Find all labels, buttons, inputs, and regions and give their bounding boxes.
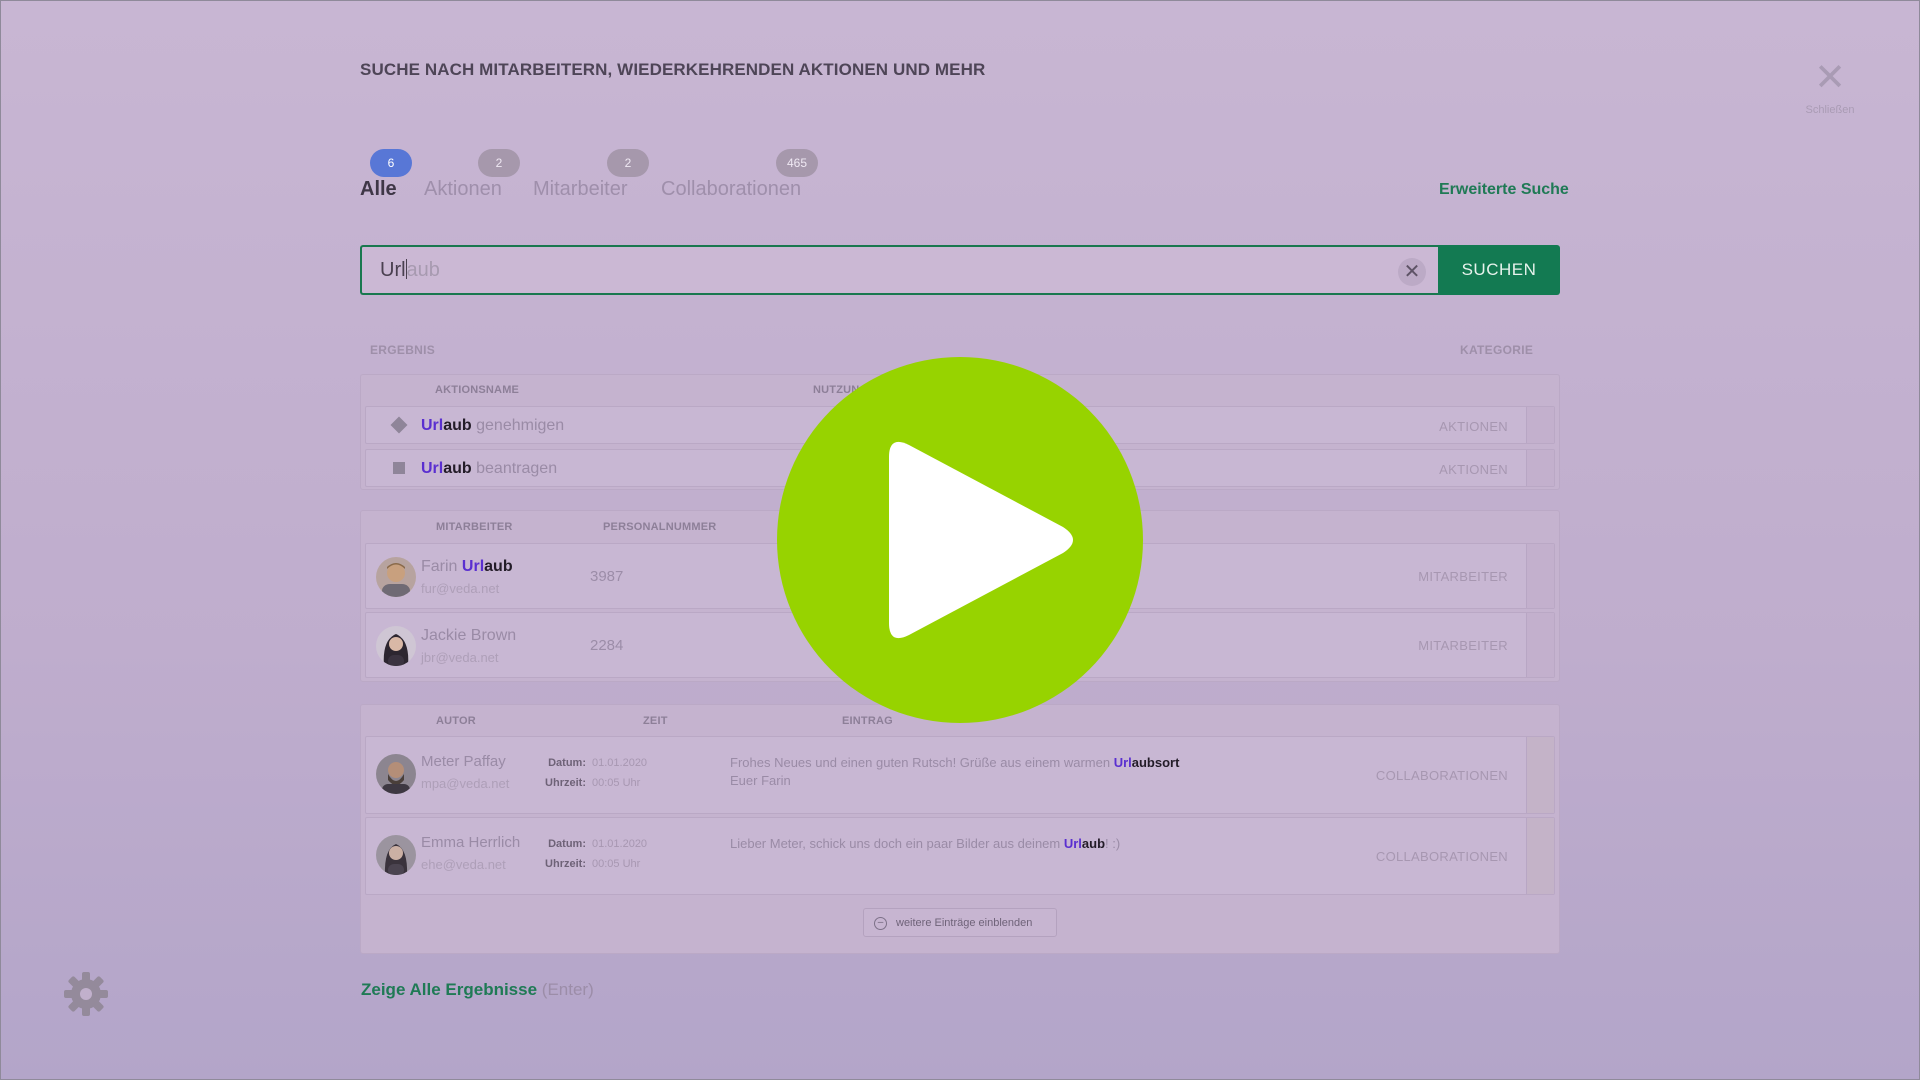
row-end-strip: [1526, 613, 1554, 677]
show-more-label: weitere Einträge einblenden: [896, 917, 1033, 929]
action-category: AKTIONEN: [1439, 462, 1508, 477]
page-title: SUCHE NACH MITARBEITERN, WIEDERKEHRENDEN…: [360, 60, 986, 79]
col-action-name: AKTIONSNAME: [435, 384, 520, 396]
text-caret: [405, 259, 407, 279]
row-end-strip: [1526, 407, 1554, 443]
show-all-results-link[interactable]: Zeige Alle Ergebnisse (Enter): [361, 980, 594, 1000]
employee-name: Farin Urlaub: [421, 558, 513, 575]
show-all-label: Zeige Alle Ergebnisse: [361, 980, 538, 999]
employee-email: fur@veda.net: [421, 581, 500, 596]
category-header: KATEGORIE: [1460, 343, 1534, 357]
row-end-strip: [1526, 450, 1554, 486]
tab-actions-count: 2: [478, 149, 520, 177]
diamond-icon: [390, 416, 408, 434]
close-icon: ✕: [1814, 57, 1846, 99]
row-end-strip: [1526, 818, 1554, 894]
avatar: [376, 626, 416, 666]
employee-name: Jackie Brown: [421, 627, 517, 644]
tab-employees[interactable]: Mitarbeiter: [533, 178, 627, 201]
employee-category: MITARBEITER: [1418, 638, 1508, 653]
play-icon: [889, 441, 1073, 639]
time-label: Uhrzeit:: [545, 777, 586, 789]
personnel-number: 2284: [590, 637, 624, 654]
tab-all[interactable]: Alle: [360, 178, 397, 201]
tab-collaborations[interactable]: Collaborationen: [661, 178, 801, 201]
avatar: [376, 835, 416, 875]
row-end-strip: [1526, 737, 1554, 813]
entry-time: 00:05 Uhr: [592, 777, 641, 789]
avatar: [376, 557, 416, 597]
square-icon: [393, 462, 405, 474]
author-name: Meter Paffay: [421, 753, 506, 770]
author-email: mpa@veda.net: [421, 776, 510, 791]
author-email: ehe@veda.net: [421, 857, 506, 872]
row-end-strip: [1526, 544, 1554, 608]
action-category: AKTIONEN: [1439, 419, 1508, 434]
author-name: Emma Herrlich: [421, 834, 521, 851]
tab-employees-count: 2: [607, 149, 649, 177]
entry-text: Frohes Neues und einen guten Rutsch! Grü…: [730, 755, 1180, 788]
employee-category: MITARBEITER: [1418, 569, 1508, 584]
search-input[interactable]: Urlaub: [380, 259, 440, 282]
close-label: Schließen: [1805, 104, 1855, 116]
collaboration-row[interactable]: Emma Herrlich ehe@veda.net Datum: 01.01.…: [365, 817, 1555, 895]
date-label: Datum:: [548, 838, 586, 850]
avatar: [376, 754, 416, 794]
entry-text: Lieber Meter, schick uns doch ein paar B…: [730, 836, 1121, 851]
col-time: ZEIT: [643, 715, 668, 727]
col-author: AUTOR: [436, 715, 476, 727]
entry-date: 01.01.2020: [592, 757, 648, 769]
close-button[interactable]: ✕ Schließen: [1794, 58, 1866, 116]
clear-icon[interactable]: ✕: [1398, 258, 1426, 286]
search-field[interactable]: Urlaub ✕: [360, 245, 1438, 295]
result-header: ERGEBNIS: [370, 343, 436, 357]
search-button[interactable]: SUCHEN: [1438, 245, 1560, 295]
action-name: Urlaub genehmigen: [421, 417, 565, 434]
show-more-button[interactable]: – weitere Einträge einblenden: [863, 908, 1057, 937]
date-label: Datum:: [548, 757, 586, 769]
employee-email: jbr@veda.net: [421, 650, 499, 665]
show-all-hint: (Enter): [541, 980, 594, 999]
gear-icon[interactable]: [62, 970, 110, 1018]
tab-actions[interactable]: Aktionen: [424, 178, 502, 201]
collaboration-category: COLLABORATIONEN: [1375, 849, 1508, 864]
time-label: Uhrzeit:: [545, 858, 586, 870]
search-typed-text: Url: [380, 259, 406, 281]
collaboration-category: COLLABORATIONEN: [1375, 768, 1508, 783]
tab-all-count: 6: [370, 149, 412, 177]
play-button[interactable]: [777, 357, 1143, 723]
personnel-number: 3987: [590, 568, 624, 585]
tab-collaborations-count: 465: [776, 149, 818, 177]
entry-date: 01.01.2020: [592, 838, 648, 850]
search-autocomplete: aub: [406, 259, 440, 281]
expand-icon: –: [874, 917, 887, 930]
entry-time: 00:05 Uhr: [592, 858, 641, 870]
col-personnel-number: PERSONALNUMMER: [603, 521, 717, 533]
action-name: Urlaub beantragen: [421, 460, 558, 477]
collaboration-row[interactable]: Meter Paffay mpa@veda.net Datum: 01.01.2…: [365, 736, 1555, 814]
advanced-search-link[interactable]: Erweiterte Suche: [1439, 181, 1569, 199]
col-employee: MITARBEITER: [436, 521, 513, 533]
